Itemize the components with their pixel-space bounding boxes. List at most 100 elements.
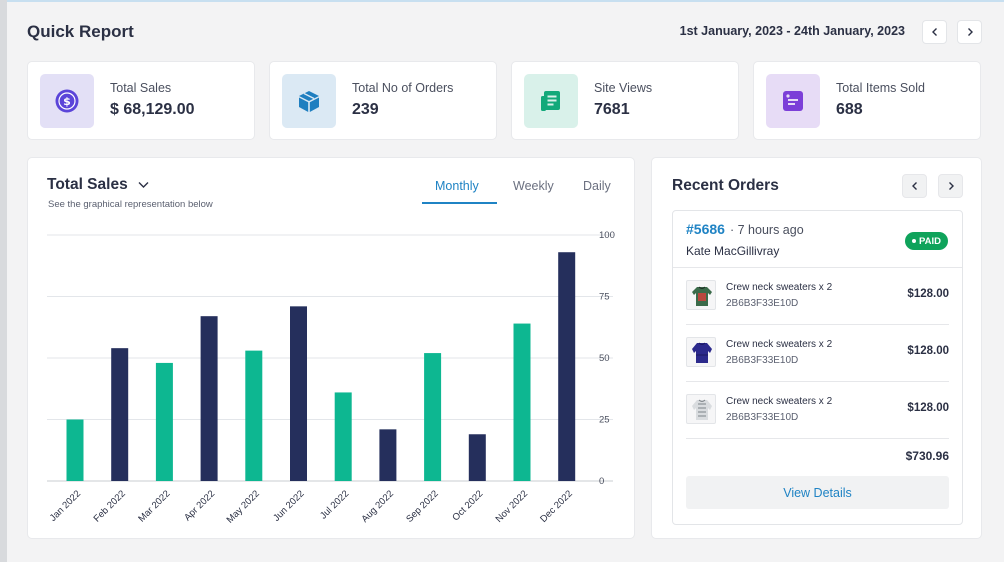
y-tick-label: 25 bbox=[599, 415, 610, 426]
chevron-left-icon bbox=[911, 182, 917, 190]
item-sku: 2B6B3F33E10D bbox=[726, 412, 799, 423]
chart-bar[interactable] bbox=[66, 419, 84, 482]
x-tick-label: Nov 2022 bbox=[494, 488, 531, 525]
recent-orders-title: Recent Orders bbox=[672, 177, 779, 194]
stat-card-total-orders: Total No of Orders 239 bbox=[269, 61, 497, 140]
sweater-image bbox=[692, 342, 712, 363]
chart-bar[interactable] bbox=[290, 306, 307, 481]
product-thumbnail bbox=[686, 337, 716, 367]
x-tick-label: Apr 2022 bbox=[182, 488, 217, 523]
item-price: $128.00 bbox=[907, 288, 949, 300]
item-price: $128.00 bbox=[907, 345, 949, 357]
page-header: Quick Report 1st January, 2023 - 24th Ja… bbox=[27, 20, 987, 46]
x-tick-label: May 2022 bbox=[225, 488, 262, 525]
x-tick-label: Aug 2022 bbox=[359, 488, 396, 525]
recent-orders-card: Recent Orders #5686 · 7 hours ago Kate M… bbox=[651, 157, 982, 539]
active-tab-indicator bbox=[422, 202, 497, 204]
tab-weekly[interactable]: Weekly bbox=[513, 179, 554, 193]
item-sku: 2B6B3F33E10D bbox=[726, 355, 799, 366]
tag-card-icon bbox=[783, 91, 803, 111]
status-badge: PAID bbox=[905, 232, 948, 250]
next-date-button[interactable] bbox=[957, 20, 982, 44]
chart-bar[interactable] bbox=[200, 316, 218, 481]
stat-value: 688 bbox=[836, 101, 863, 118]
x-tick-label: Jan 2022 bbox=[48, 488, 83, 523]
stat-value: 239 bbox=[352, 101, 379, 118]
y-tick-label: 50 bbox=[599, 353, 610, 364]
tab-daily[interactable]: Daily bbox=[583, 179, 611, 193]
product-thumbnail bbox=[686, 280, 716, 310]
prev-date-button[interactable] bbox=[922, 20, 947, 44]
box-icon bbox=[299, 91, 319, 112]
order-time: · 7 hours ago bbox=[730, 223, 804, 237]
stat-card-total-items-sold: Total Items Sold 688 bbox=[753, 61, 981, 140]
x-tick-label: Dec 2022 bbox=[538, 488, 575, 525]
chart-bar[interactable] bbox=[424, 353, 442, 481]
chevron-down-icon bbox=[138, 182, 149, 188]
stat-card-total-sales: $ Total Sales $ 68,129.00 bbox=[27, 61, 255, 140]
orders-next-button[interactable] bbox=[938, 174, 963, 198]
item-name: Crew neck sweaters x 2 bbox=[726, 396, 833, 407]
total-sales-card: Total Sales See the graphical representa… bbox=[27, 157, 635, 539]
chevron-left-icon bbox=[931, 28, 937, 36]
y-tick-label: 100 bbox=[599, 230, 615, 241]
sales-bar-chart: 0 25 50 75 100 Jan 2022 Feb 2022 Mar 2022 Apr 20… bbox=[47, 230, 615, 526]
orders-prev-button[interactable] bbox=[902, 174, 927, 198]
order-id-link[interactable]: #5686 bbox=[686, 221, 725, 237]
stat-value: 7681 bbox=[594, 101, 630, 118]
order-total: $730.96 bbox=[905, 449, 949, 463]
chart-bar[interactable] bbox=[468, 434, 486, 481]
page-title: Quick Report bbox=[27, 22, 134, 41]
y-tick-label: 75 bbox=[599, 292, 610, 303]
stat-label: Total Sales bbox=[110, 81, 172, 95]
customer-name: Kate MacGillivray bbox=[686, 244, 780, 258]
x-tick-label: Oct 2022 bbox=[450, 488, 485, 523]
total-sales-title[interactable]: Total Sales bbox=[47, 176, 149, 194]
order-item[interactable]: Crew neck sweaters x 2 2B6B3F33E10D $128… bbox=[686, 382, 949, 439]
order-box: #5686 · 7 hours ago Kate MacGillivray PA… bbox=[672, 210, 963, 525]
chart-bar[interactable] bbox=[379, 429, 397, 481]
view-details-button[interactable]: View Details bbox=[686, 476, 949, 509]
chart-bar[interactable] bbox=[558, 252, 576, 481]
stat-icon-tile bbox=[766, 74, 820, 128]
item-name: Crew neck sweaters x 2 bbox=[726, 282, 833, 293]
stat-icon-tile bbox=[282, 74, 336, 128]
stat-label: Total Items Sold bbox=[836, 81, 925, 95]
x-tick-label: Feb 2022 bbox=[92, 488, 128, 524]
x-tick-label: Jul 2022 bbox=[318, 488, 351, 521]
order-item[interactable]: Crew neck sweaters x 2 2B6B3F33E10D $128… bbox=[686, 325, 949, 382]
sweater-image bbox=[692, 286, 712, 306]
x-tick-label: Jun 2022 bbox=[271, 488, 306, 523]
sweater-image bbox=[692, 399, 712, 420]
stat-icon-tile: $ bbox=[40, 74, 94, 128]
chart-bar[interactable] bbox=[111, 348, 129, 481]
chevron-right-icon bbox=[948, 182, 954, 190]
tab-monthly[interactable]: Monthly bbox=[435, 179, 479, 193]
x-tick-label: Sep 2022 bbox=[404, 488, 441, 525]
chart-bar[interactable] bbox=[245, 350, 263, 481]
chart-bar[interactable] bbox=[513, 323, 531, 481]
item-sku: 2B6B3F33E10D bbox=[726, 298, 799, 309]
status-dot-icon bbox=[912, 239, 916, 243]
stat-value: $ 68,129.00 bbox=[110, 101, 195, 118]
status-badge-text: PAID bbox=[919, 235, 941, 247]
chevron-right-icon bbox=[967, 28, 973, 36]
item-price: $128.00 bbox=[907, 402, 949, 414]
stat-card-site-views: Site Views 7681 bbox=[511, 61, 739, 140]
stat-label: Site Views bbox=[594, 81, 653, 95]
date-range[interactable]: 1st January, 2023 - 24th January, 2023 bbox=[680, 24, 905, 38]
document-icon bbox=[541, 91, 560, 111]
chart-bar[interactable] bbox=[155, 362, 173, 481]
dollar-coin-icon: $ bbox=[55, 89, 79, 113]
y-tick-label: 0 bbox=[599, 476, 604, 487]
x-tick-label: Mar 2022 bbox=[136, 488, 172, 524]
top-accent-line bbox=[0, 0, 1004, 2]
order-item[interactable]: Crew neck sweaters x 2 2B6B3F33E10D $128… bbox=[686, 268, 949, 325]
left-edge-strip bbox=[0, 0, 7, 562]
svg-text:$: $ bbox=[63, 95, 71, 108]
product-thumbnail bbox=[686, 394, 716, 424]
total-sales-title-text: Total Sales bbox=[47, 176, 128, 193]
stat-label: Total No of Orders bbox=[352, 81, 454, 95]
item-name: Crew neck sweaters x 2 bbox=[726, 339, 833, 350]
chart-bar[interactable] bbox=[334, 392, 352, 481]
